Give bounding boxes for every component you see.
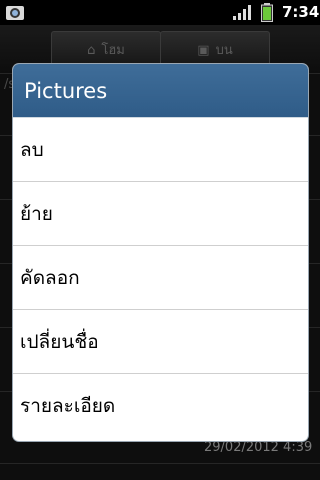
- divider: [0, 463, 320, 464]
- dialog-title: Pictures: [24, 79, 108, 103]
- battery-icon: [261, 3, 273, 22]
- menu-item-copy[interactable]: คัดลอก: [13, 246, 308, 310]
- up-label: บน: [215, 43, 233, 58]
- menu-list: ลบ ย้าย คัดลอก เปลี่ยนชื่อ รายละเอียด: [13, 118, 308, 438]
- menu-item-move[interactable]: ย้าย: [13, 182, 308, 246]
- clock: 7:34: [282, 3, 320, 21]
- menu-item-delete[interactable]: ลบ: [13, 118, 308, 182]
- home-label: โฮม: [101, 43, 125, 58]
- status-bar: 7:34: [0, 0, 320, 25]
- context-menu-dialog: Pictures ลบ ย้าย คัดลอก เปลี่ยนชื่อ รายล…: [13, 64, 308, 441]
- menu-item-details[interactable]: รายละเอียด: [13, 374, 308, 438]
- signal-icon: [233, 5, 251, 20]
- file-date: 29/02/2012 4:39: [204, 440, 313, 455]
- camera-notification-icon: [6, 6, 24, 20]
- dialog-header: Pictures: [13, 64, 308, 118]
- menu-item-rename[interactable]: เปลี่ยนชื่อ: [13, 310, 308, 374]
